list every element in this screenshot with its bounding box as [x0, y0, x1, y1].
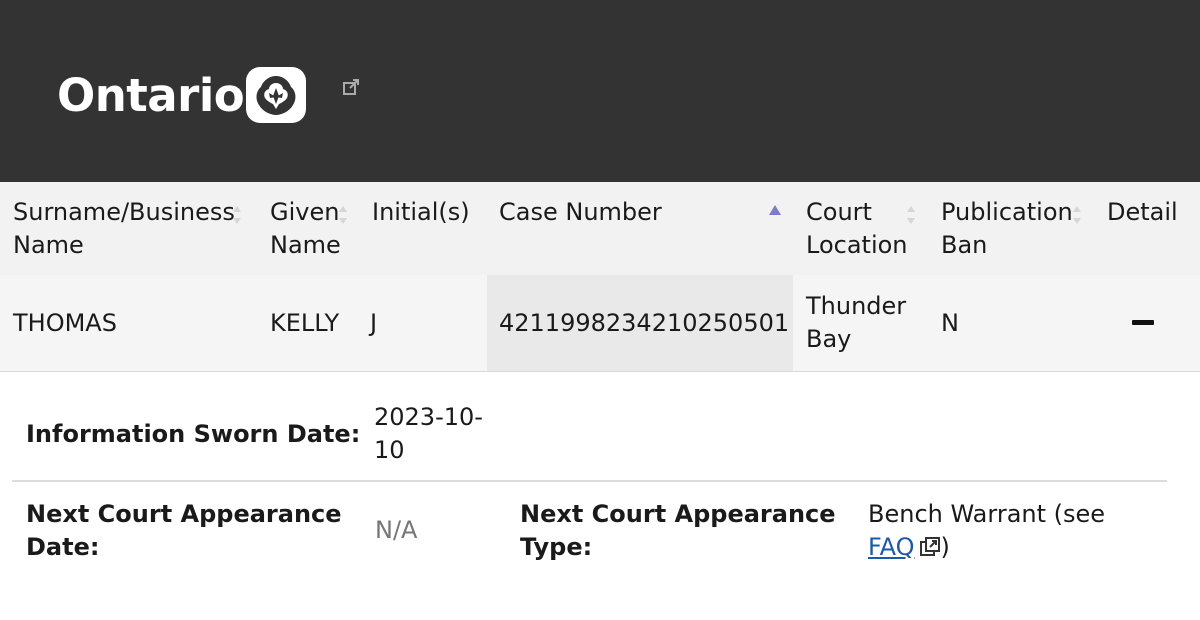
- info-sworn-date-label: Information Sworn Date:: [26, 420, 361, 448]
- value-line: Bench Warrant (see: [868, 500, 1106, 528]
- cell-publication-ban: N: [941, 309, 959, 337]
- header-line: Publication: [941, 198, 1073, 226]
- header-line: Detail: [1107, 198, 1178, 226]
- next-appearance-type-value: Bench Warrant (see FAQ): [868, 498, 1105, 566]
- column-header-given-name[interactable]: Given Name: [270, 196, 341, 262]
- sort-icon[interactable]: [338, 202, 348, 232]
- header-line: Surname/Business: [13, 198, 235, 226]
- sort-icon[interactable]: [906, 202, 916, 232]
- value-line: 2023-10-: [374, 403, 483, 431]
- court-location-line: Bay: [806, 325, 852, 353]
- cell-initials: J: [370, 309, 378, 337]
- cell-case-number: 4211998234210250501: [499, 309, 790, 337]
- header-line: Given: [270, 198, 340, 226]
- table-header: Surname/Business Name Given Name Initial…: [0, 182, 1200, 275]
- header-line: Court: [806, 198, 872, 226]
- label-line: Next Court Appearance: [520, 500, 836, 528]
- next-appearance-type-label: Next Court Appearance Type:: [520, 498, 836, 564]
- label-line: Date:: [26, 533, 100, 561]
- column-header-surname[interactable]: Surname/Business Name: [13, 196, 235, 262]
- column-header-detail: Detail: [1107, 196, 1178, 229]
- divider: [12, 480, 1167, 482]
- sort-ascending-icon[interactable]: [769, 202, 781, 221]
- table-row[interactable]: THOMAS KELLY J 4211998234210250501 Thund…: [0, 275, 1200, 372]
- closing-paren: ): [940, 533, 950, 561]
- header-line: Name: [270, 231, 341, 259]
- value-line: FAQ): [868, 531, 1105, 566]
- column-header-court-location[interactable]: Court Location: [806, 196, 908, 262]
- cell-given-name: KELLY: [270, 309, 340, 337]
- column-header-publication-ban[interactable]: Publication Ban: [941, 196, 1073, 262]
- case-detail-panel: Information Sworn Date: 2023-10- 10 Next…: [0, 372, 1200, 620]
- header-line: Ban: [941, 231, 988, 259]
- header-line: Initial(s): [372, 198, 470, 226]
- label-line: Type:: [520, 533, 593, 561]
- header-line: Location: [806, 231, 908, 259]
- next-appearance-date-label: Next Court Appearance Date:: [26, 498, 342, 564]
- cell-surname: THOMAS: [13, 309, 117, 337]
- collapse-minus-icon[interactable]: [1132, 320, 1154, 325]
- info-sworn-date-value: 2023-10- 10: [374, 401, 483, 467]
- sort-icon[interactable]: [232, 202, 242, 232]
- faq-link[interactable]: FAQ: [868, 533, 915, 561]
- next-appearance-date-value: N/A: [375, 516, 418, 544]
- sort-icon[interactable]: [1072, 202, 1082, 232]
- court-location-line: Thunder: [806, 292, 907, 320]
- header-line: Name: [13, 231, 84, 259]
- external-link-icon[interactable]: [919, 533, 941, 566]
- value-line: 10: [374, 436, 405, 464]
- ontario-logo-text[interactable]: Ontario: [57, 70, 245, 122]
- external-link-icon[interactable]: [342, 78, 360, 100]
- label-line: Next Court Appearance: [26, 500, 342, 528]
- column-header-initials[interactable]: Initial(s): [372, 196, 470, 229]
- cell-court-location: Thunder Bay: [806, 290, 906, 356]
- trillium-icon[interactable]: [246, 67, 306, 123]
- column-header-case-number[interactable]: Case Number: [499, 196, 662, 229]
- header-line: Case Number: [499, 198, 662, 226]
- site-header: Ontario: [0, 0, 1200, 182]
